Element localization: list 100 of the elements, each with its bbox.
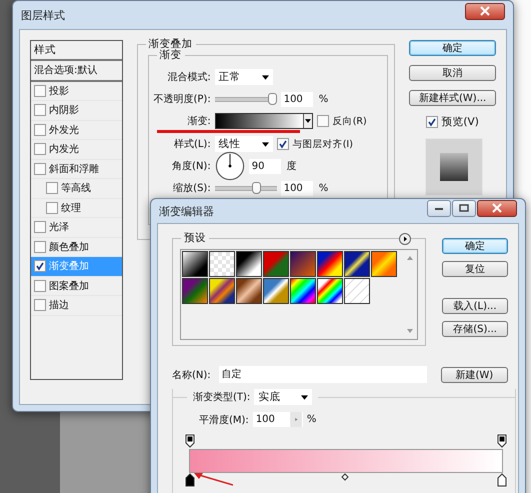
dialog-button[interactable]: 载入(L)...: [442, 298, 508, 314]
angle-field[interactable]: 90: [248, 158, 281, 174]
checkbox[interactable]: [34, 299, 46, 312]
dialog-button[interactable]: 取消: [409, 65, 496, 81]
style-label: 光泽: [49, 220, 69, 234]
style-label: 图案叠加: [49, 280, 89, 293]
style-select[interactable]: 线性: [214, 136, 273, 152]
gradient-swatch[interactable]: [209, 251, 235, 277]
style-item[interactable]: 内发光: [31, 140, 122, 160]
group-title: 预设: [181, 231, 209, 245]
unit-label: %: [318, 182, 328, 194]
opacity-slider[interactable]: [214, 93, 277, 105]
preview-thumbnail: [425, 138, 484, 196]
style-label: 外发光: [49, 124, 79, 137]
gradient-swatch[interactable]: [263, 278, 289, 304]
caret-icon: [262, 74, 269, 80]
checkbox[interactable]: [46, 182, 58, 194]
checkbox[interactable]: [276, 138, 289, 150]
play-icon[interactable]: [399, 233, 412, 245]
window-title: 渐变编辑器: [159, 204, 214, 218]
gradient-swatch[interactable]: [236, 251, 262, 277]
field-label: 缩放(S):: [172, 182, 211, 195]
smoothness-field[interactable]: 100: [252, 412, 303, 427]
field-label: 样式(L):: [172, 138, 211, 151]
opacity-stop-icon[interactable]: [185, 434, 195, 448]
field-label: 混合模式:: [166, 70, 211, 84]
angle-dial[interactable]: [214, 151, 245, 181]
gradient-swatch[interactable]: [344, 251, 370, 277]
checkbox[interactable]: [34, 280, 46, 292]
checkbox[interactable]: [34, 260, 46, 272]
style-item[interactable]: 光泽: [31, 218, 122, 238]
dialog-button[interactable]: 确定: [409, 40, 496, 56]
gradient-swatch[interactable]: [236, 278, 262, 304]
gradient-swatch[interactable]: [182, 251, 208, 277]
scale-field[interactable]: 100: [280, 180, 313, 196]
checkbox[interactable]: [34, 221, 46, 234]
checkbox[interactable]: [34, 143, 46, 156]
slider-thumb[interactable]: [268, 93, 277, 105]
close-button[interactable]: [477, 200, 517, 216]
style-label: 内阴影: [49, 104, 79, 118]
field-label: 不透明度(P):: [152, 92, 211, 106]
close-icon: [491, 203, 503, 213]
style-label: 内发光: [49, 142, 79, 156]
dialog-button[interactable]: 存储(S)...: [442, 321, 508, 337]
style-item[interactable]: 斜面和浮雕: [31, 160, 122, 179]
caret-icon: [262, 142, 269, 146]
dialog-button[interactable]: 确定: [442, 238, 508, 254]
checkbox[interactable]: [34, 84, 46, 97]
field-label: 渐变类型(T):: [193, 390, 250, 404]
slider-thumb[interactable]: [252, 182, 261, 194]
blend-mode-select[interactable]: 正常: [214, 69, 273, 85]
color-stop-icon[interactable]: [497, 473, 507, 487]
blend-options-item[interactable]: 混合选项:默认: [31, 61, 122, 82]
style-item[interactable]: 描边: [31, 296, 122, 316]
checkbox[interactable]: [46, 202, 58, 214]
unit-label: 度: [286, 160, 297, 173]
gradient-swatch[interactable]: [317, 251, 343, 277]
checkbox-label: 与图层对齐(I): [292, 138, 353, 150]
checkbox[interactable]: [34, 240, 46, 253]
opacity-field[interactable]: 100: [280, 92, 313, 106]
style-item[interactable]: 内阴影: [31, 101, 122, 120]
color-stop-icon[interactable]: [185, 473, 195, 487]
gradient-swatch[interactable]: [209, 278, 235, 304]
gradient-picker[interactable]: [214, 113, 313, 129]
gradient-swatch[interactable]: [317, 278, 343, 304]
field-label: 渐变:: [186, 114, 211, 128]
checkbox[interactable]: [316, 115, 329, 127]
field-label: 名称(N):: [172, 368, 211, 382]
style-item[interactable]: 外发光: [31, 120, 122, 140]
gradient-swatch[interactable]: [182, 278, 208, 304]
style-label: 纹理: [61, 202, 81, 215]
gradient-swatch[interactable]: [290, 278, 316, 304]
new-button[interactable]: 新建(W): [440, 366, 508, 382]
dialog-button[interactable]: 新建样式(W)...: [409, 90, 496, 106]
close-button[interactable]: [465, 2, 505, 20]
style-item[interactable]: 图案叠加: [31, 276, 122, 296]
scale-slider[interactable]: [214, 182, 277, 194]
maximize-button[interactable]: [452, 200, 476, 216]
gradient-type-select[interactable]: 实底: [254, 389, 312, 405]
gradient-swatch[interactable]: [290, 251, 316, 277]
style-label: 投影: [49, 84, 69, 98]
gradient-swatch[interactable]: [263, 251, 289, 277]
style-item[interactable]: 纹理: [31, 198, 122, 218]
checkbox-label: 反向(R): [332, 114, 367, 128]
close-icon: [479, 6, 491, 16]
checkbox[interactable]: [34, 124, 46, 136]
annotation-arrow: [193, 472, 233, 486]
style-item[interactable]: 等高线: [31, 179, 122, 198]
checkbox[interactable]: [34, 162, 46, 175]
gradient-swatch[interactable]: [371, 251, 397, 277]
gradient-swatch[interactable]: [344, 278, 370, 304]
opacity-stop-icon[interactable]: [497, 434, 507, 448]
maximize-icon: [459, 204, 469, 212]
checkbox[interactable]: [34, 104, 46, 116]
dialog-button[interactable]: 复位: [442, 261, 508, 277]
minimize-button[interactable]: [427, 200, 451, 216]
style-label: 颜色叠加: [49, 240, 89, 254]
name-field[interactable]: 自定: [218, 366, 427, 383]
style-item[interactable]: 投影: [31, 82, 122, 101]
checkbox[interactable]: [426, 116, 438, 128]
